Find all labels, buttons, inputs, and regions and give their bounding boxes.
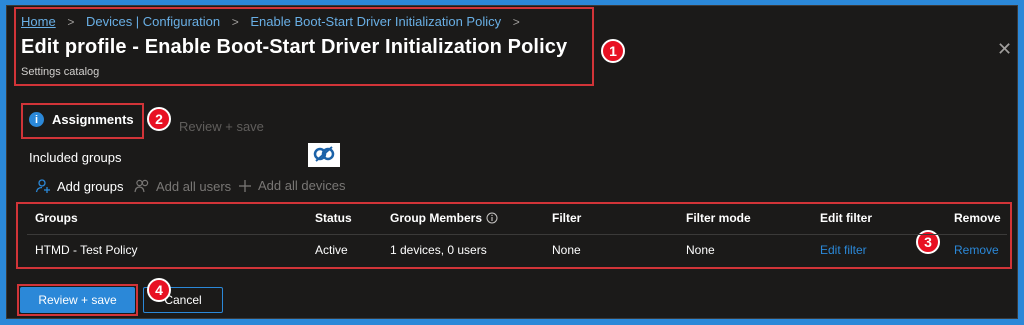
htmd-logo <box>308 143 340 167</box>
table-divider <box>27 234 1007 235</box>
add-all-users-label: Add all users <box>156 178 232 194</box>
callout-badge-2: 2 <box>147 107 171 131</box>
add-all-devices-label: Add all devices <box>258 178 346 193</box>
remove-link[interactable]: Remove <box>954 243 999 257</box>
column-header-group-members[interactable]: Group Members <box>390 211 498 225</box>
column-header-status[interactable]: Status <box>315 211 352 225</box>
highlight-box-assignments <box>21 103 144 139</box>
included-groups-label: Included groups <box>29 150 122 165</box>
cell-group: HTMD - Test Policy <box>35 243 138 257</box>
cell-filter: None <box>552 243 581 257</box>
column-header-remove[interactable]: Remove <box>954 211 1001 225</box>
add-all-devices-button[interactable]: Add all devices <box>238 178 345 193</box>
add-person-icon <box>35 179 50 193</box>
tab-review-save[interactable]: Review + save <box>179 119 264 134</box>
add-all-users-button[interactable]: Add all users <box>134 178 231 194</box>
edit-profile-panel: Home > Devices | Configuration > Enable … <box>6 5 1018 319</box>
column-header-edit-filter[interactable]: Edit filter <box>820 211 872 225</box>
column-header-groups[interactable]: Groups <box>35 211 78 225</box>
cell-filter-mode: None <box>686 243 715 257</box>
cell-group-members: 1 devices, 0 users <box>390 243 487 257</box>
highlight-box-header <box>14 7 594 86</box>
column-header-filter[interactable]: Filter <box>552 211 581 225</box>
plus-icon <box>239 179 251 192</box>
callout-badge-4: 4 <box>147 278 171 302</box>
add-groups-button[interactable]: Add groups <box>35 178 124 194</box>
close-icon[interactable]: ✕ <box>997 40 1012 58</box>
edit-filter-link[interactable]: Edit filter <box>820 243 867 257</box>
callout-badge-1: 1 <box>601 39 625 63</box>
add-groups-label: Add groups <box>57 178 124 194</box>
column-header-filter-mode[interactable]: Filter mode <box>686 211 751 225</box>
people-icon <box>134 179 149 193</box>
highlight-box-review-save <box>17 284 138 316</box>
group-members-header-label: Group Members <box>390 211 483 225</box>
cell-status: Active <box>315 243 348 257</box>
info-icon[interactable] <box>486 212 498 224</box>
